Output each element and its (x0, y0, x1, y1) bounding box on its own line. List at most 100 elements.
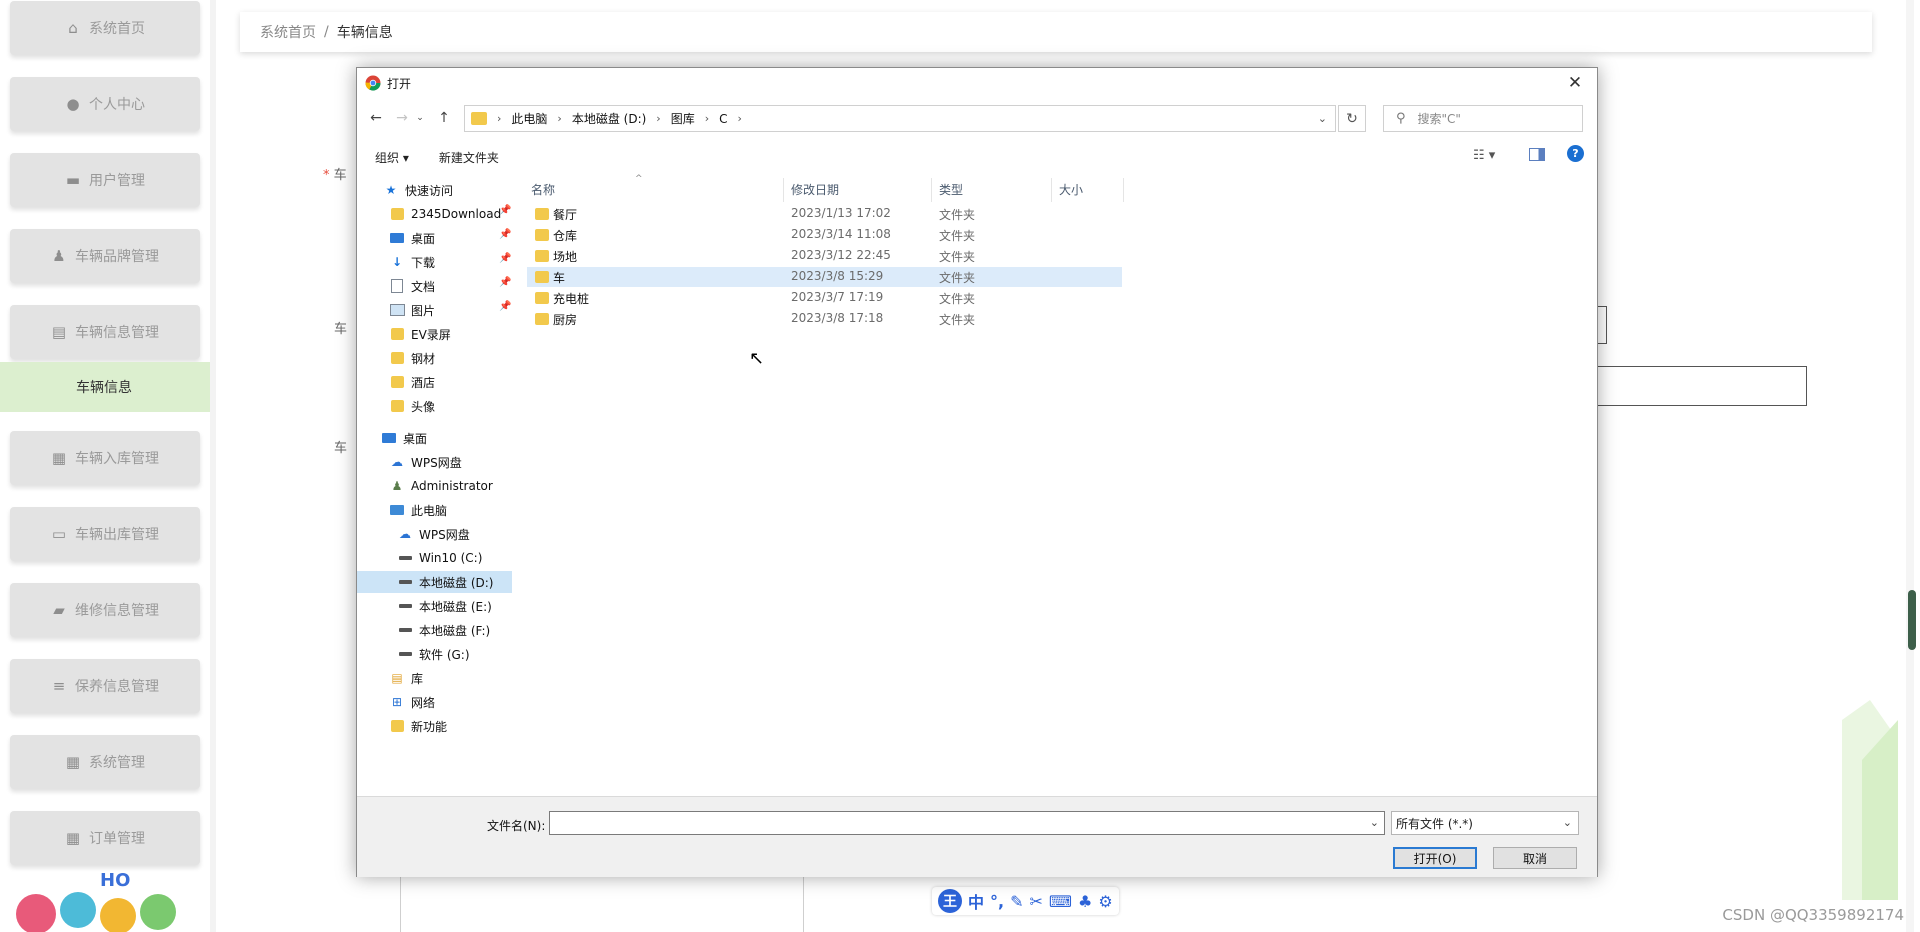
view-options-icon[interactable]: ☷ ▾ (1473, 148, 1495, 163)
nav-item-steel[interactable]: 钢材 (389, 347, 435, 369)
nav-item-this-pc[interactable]: 此电脑 (389, 499, 447, 521)
chevron-down-icon[interactable]: ⌄ (1370, 816, 1379, 829)
column-separator[interactable] (1051, 178, 1052, 202)
chevron-down-icon[interactable]: ⌄ (1563, 816, 1572, 829)
nav-item-wps-cloud[interactable]: ☁ WPS网盘 (389, 451, 462, 473)
page-scrollbar-thumb[interactable] (1908, 590, 1916, 650)
nav-item-wps-cloud-pc[interactable]: ☁ WPS网盘 (397, 523, 470, 545)
pin-icon[interactable]: 📌 (499, 205, 511, 216)
form-input-field[interactable] (1596, 366, 1807, 406)
sidebar-item-home[interactable]: ⌂ 系统首页 (10, 1, 200, 55)
ime-mode-label[interactable]: 中 (968, 889, 984, 913)
address-crumb-gallery[interactable]: 图库 (671, 110, 695, 127)
search-input[interactable]: ⚲ 搜索"C" (1383, 105, 1583, 132)
sidebar-item-stock-in[interactable]: ▦ 车辆入库管理 (10, 431, 200, 485)
nav-item-drive-d[interactable]: 本地磁盘 (D:) (357, 571, 512, 593)
sort-ascending-icon: ^ (635, 174, 643, 184)
nav-item-new-features[interactable]: 新功能 (389, 715, 447, 737)
column-separator[interactable] (1123, 178, 1124, 202)
file-row[interactable]: 厨房 2023/3/8 17:18 文件夹 (527, 309, 1122, 329)
back-arrow-icon[interactable]: ← (365, 107, 387, 129)
sidebar-item-users[interactable]: ▬ 用户管理 (10, 153, 200, 207)
nav-item-drive-g[interactable]: 软件 (G:) (397, 643, 470, 665)
sidebar-subitem-vehicle-info[interactable]: 车辆信息 (0, 362, 210, 412)
refresh-icon[interactable]: ↻ (1338, 105, 1366, 132)
pin-icon[interactable]: 📌 (499, 229, 511, 240)
file-row[interactable]: 餐厅 2023/1/13 17:02 文件夹 (527, 204, 1122, 224)
dialog-title: 打开 (387, 76, 412, 91)
keyboard-icon[interactable]: ⌨ (1049, 892, 1072, 911)
column-header-size[interactable]: 大小 (1059, 178, 1083, 200)
nav-item-avatar[interactable]: 头像 (389, 395, 435, 417)
nav-item-hotel[interactable]: 酒店 (389, 371, 435, 393)
column-header-type[interactable]: 类型 (939, 178, 963, 200)
up-arrow-icon[interactable]: ↑ (433, 107, 455, 129)
nav-item-drive-e[interactable]: 本地磁盘 (E:) (397, 595, 492, 617)
pin-icon[interactable]: 📌 (499, 301, 511, 312)
nav-item-library[interactable]: ▤ 库 (389, 667, 423, 689)
settings-gear-icon[interactable]: ⚙ (1098, 892, 1112, 911)
open-button[interactable]: 打开(O) (1393, 847, 1477, 869)
column-header-date[interactable]: 修改日期 (791, 178, 839, 200)
nav-item-administrator[interactable]: ♟ Administrator (389, 475, 493, 497)
address-crumb-pc[interactable]: 此电脑 (511, 110, 547, 127)
nav-item-drive-f[interactable]: 本地磁盘 (F:) (397, 619, 490, 641)
help-icon[interactable]: ? (1567, 145, 1584, 162)
sidebar-item-profile[interactable]: ● 个人中心 (10, 77, 200, 131)
nav-item-quick-access[interactable]: ★ 快速访问 (383, 179, 453, 201)
scissors-icon[interactable]: ✂ (1030, 892, 1043, 911)
chevron-right-icon[interactable]: › (557, 112, 561, 125)
address-crumb-drive[interactable]: 本地磁盘 (D:) (572, 110, 646, 127)
filetype-select[interactable]: 所有文件 (*.*) ⌄ (1391, 811, 1579, 835)
pen-icon[interactable]: ✎ (1010, 892, 1023, 911)
chevron-right-icon[interactable]: › (705, 112, 709, 125)
column-separator[interactable] (931, 178, 932, 202)
chevron-right-icon[interactable]: › (497, 112, 501, 125)
sidebar-item-vehicle-info[interactable]: ▤ 车辆信息管理 (10, 305, 200, 359)
nav-item-network[interactable]: ⊞ 网络 (389, 691, 435, 713)
nav-item-desktop-pinned[interactable]: 桌面 (389, 227, 435, 249)
skin-icon[interactable]: ♣ (1078, 892, 1092, 911)
ime-toolbar[interactable]: 王 中 °, ✎ ✂ ⌨ ♣ ⚙ (932, 887, 1119, 915)
sidebar-item-repair[interactable]: ▰ 维修信息管理 (10, 583, 200, 637)
nav-item-pictures[interactable]: 图片 (389, 299, 435, 321)
sidebar-item-system[interactable]: ▦ 系统管理 (10, 735, 200, 789)
nav-item-ev-recording[interactable]: EV录屏 (389, 323, 451, 345)
breadcrumb-home[interactable]: 系统首页 (260, 22, 316, 42)
chevron-down-icon[interactable]: ⌄ (1318, 112, 1327, 125)
nav-item-drive-c[interactable]: Win10 (C:) (397, 547, 482, 569)
sidebar-item-stock-out[interactable]: ▭ 车辆出库管理 (10, 507, 200, 561)
nav-item-documents[interactable]: 文档 (389, 275, 435, 297)
punctuation-icon[interactable]: °, (990, 892, 1004, 911)
cancel-button[interactable]: 取消 (1493, 847, 1577, 869)
file-row[interactable]: 车 2023/3/8 15:29 文件夹 (527, 267, 1122, 287)
column-header-name[interactable]: 名称 (531, 178, 555, 200)
new-folder-button[interactable]: 新建文件夹 (439, 149, 499, 166)
nav-item-downloads[interactable]: ↓ 下载 (389, 251, 435, 273)
page-scrollbar[interactable] (1906, 0, 1914, 932)
folder-icon (535, 271, 549, 283)
chevron-right-icon[interactable]: › (656, 112, 660, 125)
organize-menu[interactable]: 组织 ▾ (375, 149, 409, 166)
recent-locations-chevron-icon[interactable]: ⌄ (409, 107, 431, 129)
address-bar[interactable]: › 此电脑 › 本地磁盘 (D:) › 图库 › C › ⌄ (464, 105, 1336, 132)
chevron-right-icon[interactable]: › (738, 112, 742, 125)
pin-icon[interactable]: 📌 (499, 277, 511, 288)
file-row[interactable]: 仓库 2023/3/14 11:08 文件夹 (527, 225, 1122, 245)
sidebar-item-maintenance[interactable]: ≡ 保养信息管理 (10, 659, 200, 713)
nav-item-2345download[interactable]: 2345Download (389, 203, 539, 225)
close-icon[interactable]: ✕ (1553, 68, 1597, 98)
ime-logo-icon[interactable]: 王 (938, 889, 962, 913)
pin-icon[interactable]: 📌 (499, 253, 511, 264)
sidebar-item-brand[interactable]: ♟ 车辆品牌管理 (10, 229, 200, 283)
address-crumb-c[interactable]: C (719, 112, 727, 126)
sidebar-item-orders[interactable]: ▦ 订单管理 (10, 811, 200, 865)
file-row[interactable]: 场地 2023/3/12 22:45 文件夹 (527, 246, 1122, 266)
preview-pane-icon[interactable] (1529, 148, 1545, 161)
dialog-titlebar[interactable]: 打开 ✕ (357, 68, 1597, 98)
filename-input[interactable]: ⌄ (549, 811, 1385, 835)
file-row[interactable]: 充电桩 2023/3/7 17:19 文件夹 (527, 288, 1122, 308)
file-name: 厨房 (553, 313, 578, 327)
column-separator[interactable] (783, 178, 784, 202)
nav-item-desktop[interactable]: 桌面 (381, 427, 427, 449)
